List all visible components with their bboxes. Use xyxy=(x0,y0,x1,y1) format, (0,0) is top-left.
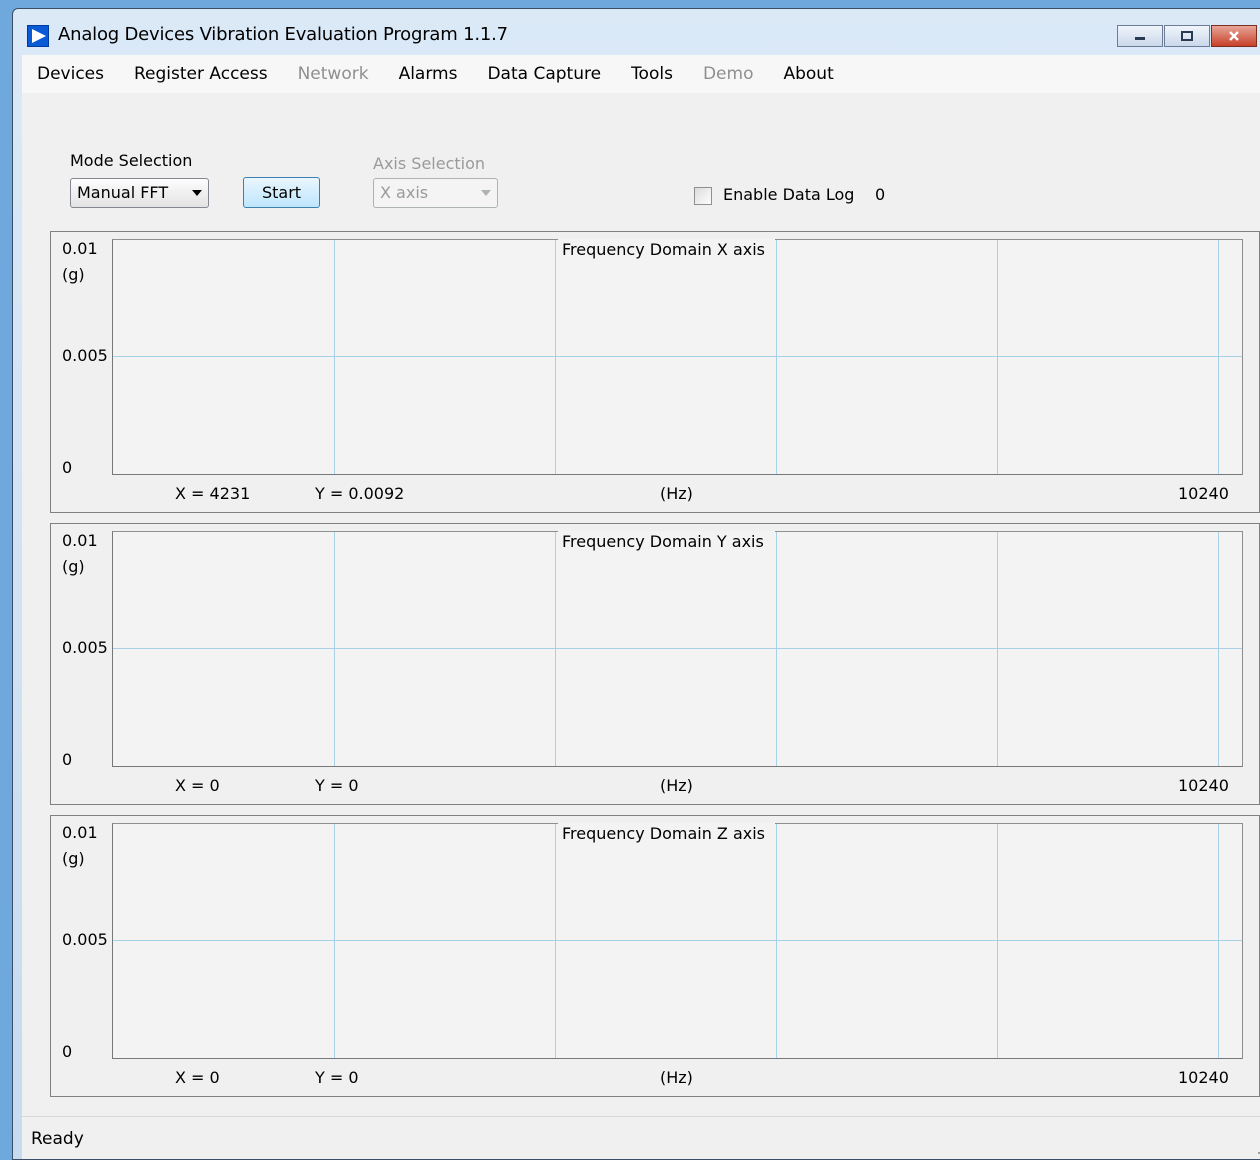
chevron-down-icon xyxy=(192,190,202,196)
data-log-count: 0 xyxy=(875,185,886,204)
y-mid-label: 0.005 xyxy=(62,346,108,365)
gridline xyxy=(555,532,556,766)
title-bar[interactable]: Analog Devices Vibration Evaluation Prog… xyxy=(13,9,1260,55)
axis-selection-label: Axis Selection xyxy=(373,154,486,173)
axis-selection-value: X axis xyxy=(380,183,429,202)
menu-bar: Devices Register Access Network Alarms D… xyxy=(22,55,1260,93)
plot-panel-z: 0.01 (g) 0.005 0 Frequency Domain Z axis… xyxy=(50,815,1260,1097)
cursor-x-readout: X = 0 xyxy=(175,1068,220,1087)
restore-icon xyxy=(1181,31,1193,41)
gridline xyxy=(1218,240,1219,474)
minimize-button[interactable] xyxy=(1117,25,1163,47)
y-min-label: 0 xyxy=(62,458,73,477)
plot-panel-y: 0.01 (g) 0.005 0 Frequency Domain Y axis… xyxy=(50,523,1260,805)
status-bar: Ready xyxy=(22,1116,1260,1159)
plot-title: Frequency Domain X axis xyxy=(558,239,775,263)
gridline xyxy=(113,356,1242,357)
chevron-down-icon xyxy=(481,190,491,196)
cursor-y-readout: Y = 0 xyxy=(315,1068,359,1087)
gridline xyxy=(776,824,777,1058)
close-button[interactable] xyxy=(1211,25,1257,47)
y-min-label: 0 xyxy=(62,1042,73,1061)
maximize-button[interactable] xyxy=(1164,25,1210,47)
gridline xyxy=(334,532,335,766)
app-window: Analog Devices Vibration Evaluation Prog… xyxy=(12,8,1260,1160)
window-controls xyxy=(1117,25,1257,49)
start-button[interactable]: Start xyxy=(243,177,320,208)
plot-title: Frequency Domain Z axis xyxy=(558,823,775,847)
mode-selection-label: Mode Selection xyxy=(70,151,193,170)
x-max-label: 10240 xyxy=(1178,776,1229,795)
menu-register-access[interactable]: Register Access xyxy=(119,55,283,93)
gridline xyxy=(555,824,556,1058)
menu-alarms[interactable]: Alarms xyxy=(384,55,473,93)
enable-data-log-checkbox[interactable] xyxy=(694,187,712,205)
gridline xyxy=(776,532,777,766)
x-max-label: 10240 xyxy=(1178,1068,1229,1087)
menu-data-capture[interactable]: Data Capture xyxy=(472,55,616,93)
frequency-plot-area[interactable]: Frequency Domain X axis xyxy=(112,239,1243,475)
enable-data-log-label[interactable]: Enable Data Log xyxy=(723,185,854,204)
x-max-label: 10240 xyxy=(1178,484,1229,503)
gridline xyxy=(997,240,998,474)
minimize-icon xyxy=(1135,37,1145,40)
mode-selection-dropdown[interactable]: Manual FFT xyxy=(70,178,209,208)
mode-selection-value: Manual FFT xyxy=(77,183,169,202)
plot-title: Frequency Domain Y axis xyxy=(558,531,775,555)
menu-demo[interactable]: Demo xyxy=(688,55,769,93)
menu-about[interactable]: About xyxy=(768,55,848,93)
y-max-label: 0.01 xyxy=(62,531,98,550)
gridline xyxy=(113,940,1242,941)
analog-devices-logo-icon xyxy=(27,25,49,47)
gridline xyxy=(334,240,335,474)
y-unit-label: (g) xyxy=(62,849,85,868)
gridline xyxy=(776,240,777,474)
status-text: Ready xyxy=(31,1129,84,1149)
frequency-plot-area[interactable]: Frequency Domain Z axis xyxy=(112,823,1243,1059)
cursor-x-readout: X = 0 xyxy=(175,776,220,795)
y-max-label: 0.01 xyxy=(62,239,98,258)
gridline xyxy=(113,648,1242,649)
gridline xyxy=(334,824,335,1058)
gridline xyxy=(997,532,998,766)
client-area: Devices Register Access Network Alarms D… xyxy=(22,55,1260,1159)
x-unit-label: (Hz) xyxy=(660,776,693,795)
cursor-y-readout: Y = 0 xyxy=(315,776,359,795)
y-unit-label: (g) xyxy=(62,265,85,284)
close-icon xyxy=(1229,31,1239,41)
gridline xyxy=(997,824,998,1058)
gridline xyxy=(555,240,556,474)
menu-tools[interactable]: Tools xyxy=(616,55,688,93)
gridline xyxy=(1218,532,1219,766)
gridline xyxy=(1218,824,1219,1058)
menu-network[interactable]: Network xyxy=(283,55,384,93)
menu-devices[interactable]: Devices xyxy=(22,55,119,93)
cursor-y-readout: Y = 0.0092 xyxy=(315,484,405,503)
y-mid-label: 0.005 xyxy=(62,638,108,657)
y-min-label: 0 xyxy=(62,750,73,769)
y-mid-label: 0.005 xyxy=(62,930,108,949)
cursor-x-readout: X = 4231 xyxy=(175,484,251,503)
y-max-label: 0.01 xyxy=(62,823,98,842)
window-title: Analog Devices Vibration Evaluation Prog… xyxy=(58,24,508,45)
y-unit-label: (g) xyxy=(62,557,85,576)
axis-selection-dropdown[interactable]: X axis xyxy=(373,178,498,208)
x-unit-label: (Hz) xyxy=(660,1068,693,1087)
plot-panel-x: 0.01 (g) 0.005 0 Frequency Domain X axis… xyxy=(50,231,1260,513)
frequency-plot-area[interactable]: Frequency Domain Y axis xyxy=(112,531,1243,767)
x-unit-label: (Hz) xyxy=(660,484,693,503)
